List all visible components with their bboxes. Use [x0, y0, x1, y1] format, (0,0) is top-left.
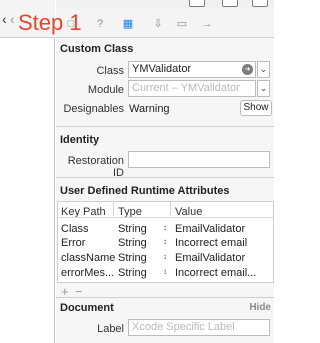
value-cell[interactable]: Incorrect email...	[175, 267, 256, 279]
type-cell[interactable]: String	[118, 252, 147, 264]
column-separator	[113, 202, 114, 216]
runtime-attributes-table: Key Path Type Value Class String ↕ Email…	[57, 201, 274, 283]
restoration-id-label: Restoration ID	[67, 155, 124, 179]
key-path-cell[interactable]: errorMes...	[61, 267, 114, 279]
up-down-arrows-icon[interactable]: ↕	[163, 267, 167, 277]
standard-editor-icon[interactable]	[189, 0, 205, 7]
value-cell[interactable]: Incorrect email	[175, 237, 247, 249]
hide-button[interactable]: Hide	[249, 302, 271, 313]
module-placeholder: Current – YMValidator	[132, 82, 240, 94]
table-header-divider	[58, 217, 273, 218]
up-down-arrows-icon[interactable]: ↕	[163, 223, 167, 233]
value-cell[interactable]: EmailValidator	[175, 252, 245, 264]
show-button[interactable]: Show	[240, 100, 272, 116]
key-path-cell[interactable]: Error	[61, 237, 85, 249]
label-label: Label	[97, 323, 124, 335]
up-down-arrows-icon[interactable]: ↕	[163, 252, 167, 262]
class-label: Class	[96, 65, 124, 77]
type-cell[interactable]: String	[118, 223, 147, 235]
goto-class-icon[interactable]: ➜	[242, 64, 253, 75]
nav-arrow-icon[interactable]: ‹	[10, 12, 15, 26]
custom-class-title: Custom Class	[60, 43, 134, 55]
section-divider	[56, 297, 274, 298]
module-field[interactable]: Current – YMValidator	[128, 80, 256, 97]
version-editor-icon[interactable]	[252, 0, 268, 7]
class-dropdown-button[interactable]: ⌄	[257, 61, 270, 78]
document-title: Document	[60, 302, 114, 314]
section-divider	[56, 126, 274, 127]
class-field[interactable]: YMValidator	[128, 61, 256, 78]
runtime-attributes-title: User Defined Runtime Attributes	[60, 185, 230, 197]
assistant-editor-icon[interactable]	[222, 0, 238, 7]
toolbar-strip	[56, 0, 274, 9]
key-path-cell[interactable]: Class	[61, 223, 89, 235]
restoration-id-field[interactable]	[128, 151, 270, 168]
size-icon[interactable]: ▭	[174, 16, 190, 32]
up-down-arrows-icon[interactable]: ↕	[163, 237, 167, 247]
value-cell[interactable]: EmailValidator	[175, 223, 245, 235]
module-label: Module	[87, 84, 124, 96]
step-annotation: Step 1	[18, 10, 82, 35]
module-dropdown-button[interactable]: ⌄	[257, 80, 270, 97]
attributes-icon[interactable]: ⇩	[150, 16, 166, 32]
identity-icon[interactable]: ▦	[120, 16, 136, 32]
label-placeholder: Xcode Specific Label	[132, 321, 235, 333]
type-cell[interactable]: String	[118, 267, 147, 279]
designables-value: Warning	[129, 103, 170, 115]
xcode-label-field[interactable]: Xcode Specific Label	[128, 319, 270, 336]
connections-icon[interactable]: →	[199, 16, 215, 32]
column-separator	[170, 202, 171, 216]
type-cell[interactable]: String	[118, 237, 147, 249]
section-divider	[56, 177, 274, 178]
back-chevron-icon[interactable]: ‹	[2, 12, 7, 26]
designables-label: Designables	[63, 103, 124, 115]
editor-pane: ‹ ‹	[0, 0, 55, 343]
class-value: YMValidator	[132, 63, 192, 75]
identity-title: Identity	[60, 134, 100, 146]
identity-inspector: □ ? ▦ ⇩ ▭ → Custom Class Class YMValidat…	[56, 0, 274, 343]
key-path-cell[interactable]: className	[61, 252, 115, 264]
quick-help-icon[interactable]: ?	[92, 16, 108, 32]
inspector-tab-bar: □ ? ▦ ⇩ ▭ →	[56, 9, 274, 38]
